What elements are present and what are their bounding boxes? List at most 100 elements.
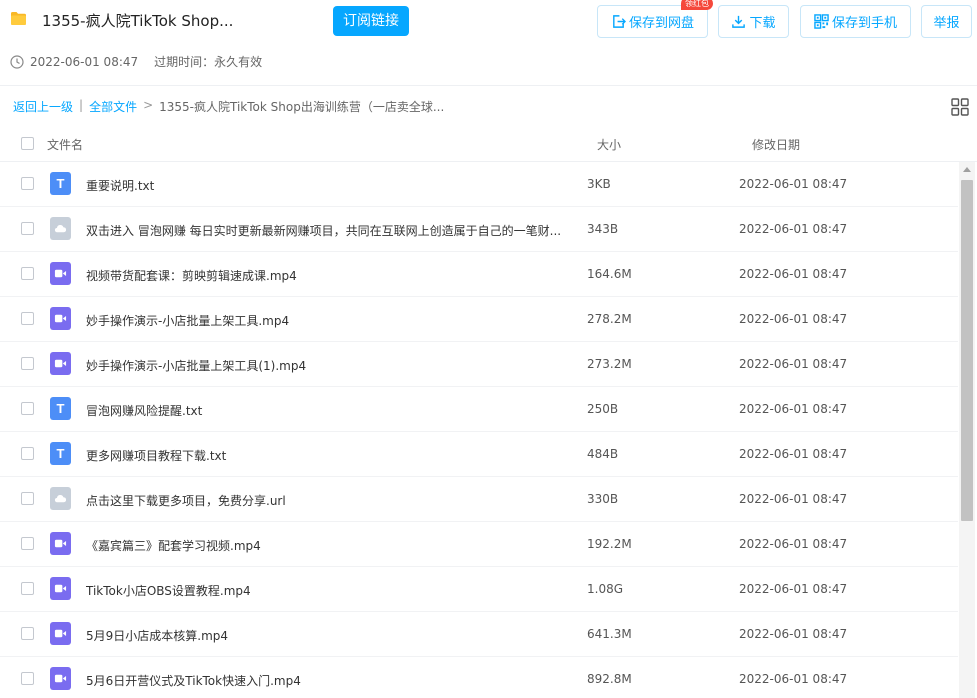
file-name[interactable]: 点击这里下载更多项目，免费分享.url — [86, 492, 566, 509]
file-row-checkbox[interactable] — [21, 447, 34, 460]
file-name[interactable]: 更多网赚项目教程下载.txt — [86, 447, 566, 464]
grid-view-icon[interactable] — [951, 98, 969, 116]
file-row[interactable]: T 更多网赚项目教程下载.txt 484B 2022-06-01 08:47 — [0, 432, 958, 477]
file-row[interactable]: 5月6日开营仪式及TikTok快速入门.mp4 892.8M 2022-06-01 … — [0, 657, 958, 698]
file-size: 250B — [587, 402, 619, 416]
file-date: 2022-06-01 08:47 — [739, 537, 848, 551]
subscribe-link-button[interactable]: 订阅链接 — [333, 6, 409, 36]
file-date: 2022-06-01 08:47 — [739, 312, 848, 326]
file-name[interactable]: 重要说明.txt — [86, 177, 566, 194]
video-file-icon — [50, 622, 71, 645]
file-date: 2022-06-01 08:47 — [739, 672, 848, 686]
file-row[interactable]: 妙手操作演示-小店批量上架工具.mp4 278.2M 2022-06-01 08:4… — [0, 297, 958, 342]
file-size: 330B — [587, 492, 619, 506]
file-name[interactable]: 妙手操作演示-小店批量上架工具.mp4 — [86, 312, 566, 329]
breadcrumb: 返回上一级 | 全部文件 > 1355-疯人院TikTok Shop出海训练营（… — [13, 98, 444, 115]
qrcode-icon — [814, 14, 829, 29]
file-row-checkbox[interactable] — [21, 222, 34, 235]
share-header: 1355-疯人院TikTok Shop... 订阅链接 保存到网盘 领红包 下载… — [0, 0, 977, 86]
file-row-checkbox[interactable] — [21, 312, 34, 325]
file-row-checkbox[interactable] — [21, 492, 34, 505]
column-header-size[interactable]: 大小 — [597, 136, 621, 153]
file-size: 1.08G — [587, 582, 624, 596]
file-date: 2022-06-01 08:47 — [739, 357, 848, 371]
scroll-up-arrow-icon[interactable] — [963, 167, 971, 172]
file-size: 892.8M — [587, 672, 632, 686]
column-header-date[interactable]: 修改日期 — [752, 136, 800, 153]
clock-icon — [10, 54, 24, 69]
file-row[interactable]: TikTok小店OBS设置教程.mp4 1.08G 2022-06-01 08:47 — [0, 567, 958, 612]
file-date: 2022-06-01 08:47 — [739, 627, 848, 641]
file-row[interactable]: 妙手操作演示-小店批量上架工具(1).mp4 273.2M 2022-06-01 0… — [0, 342, 958, 387]
column-header-name[interactable]: 文件名 — [47, 136, 83, 153]
video-file-icon — [50, 262, 71, 285]
file-size: 164.6M — [587, 267, 632, 281]
video-file-icon — [50, 532, 71, 555]
created-time: 2022-06-01 08:47 — [30, 54, 139, 69]
file-date: 2022-06-01 08:47 — [739, 402, 848, 416]
file-date: 2022-06-01 08:47 — [739, 492, 848, 506]
file-size: 192.2M — [587, 537, 632, 551]
link-file-icon — [50, 217, 71, 240]
file-name[interactable]: 双击进入 冒泡网赚 每日实时更新最新网赚项目，共同在互联网上创造属于自己的一笔财… — [86, 222, 566, 239]
file-row[interactable]: 双击进入 冒泡网赚 每日实时更新最新网赚项目，共同在互联网上创造属于自己的一笔财… — [0, 207, 958, 252]
download-icon — [732, 15, 746, 28]
breadcrumb-back-link[interactable]: 返回上一级 — [13, 98, 73, 115]
file-date: 2022-06-01 08:47 — [739, 177, 848, 191]
scrollbar[interactable] — [959, 162, 975, 698]
file-size: 484B — [587, 447, 619, 461]
file-name[interactable]: 冒泡网赚风险提醒.txt — [86, 402, 566, 419]
save-to-phone-button[interactable]: 保存到手机 — [800, 5, 911, 38]
breadcrumb-separator: | — [79, 98, 84, 112]
save-to-phone-label: 保存到手机 — [831, 16, 897, 31]
breadcrumb-current: 1355-疯人院TikTok Shop出海训练营（一店卖全球... — [159, 100, 445, 114]
file-row[interactable]: 点击这里下载更多项目，免费分享.url 330B 2022-06-01 08:47 — [0, 477, 958, 522]
share-meta: 2022-06-01 08:47 过期时间：永久有效 — [10, 53, 262, 70]
file-name[interactable]: 5月6日开营仪式及TikTok快速入门.mp4 — [86, 672, 566, 689]
save-to-netdisk-label: 保存到网盘 — [628, 16, 694, 31]
save-icon — [613, 15, 626, 28]
file-name[interactable]: 妙手操作演示-小店批量上架工具(1).mp4 — [86, 357, 566, 374]
file-row-checkbox[interactable] — [21, 177, 34, 190]
file-list: T 重要说明.txt 3KB 2022-06-01 08:47 双击进入 冒泡网赚 每日… — [0, 162, 958, 698]
file-name[interactable]: 视频带货配套课：剪映剪辑速成课.mp4 — [86, 267, 566, 284]
share-title: 1355-疯人院TikTok Shop... — [42, 12, 234, 30]
file-row-checkbox[interactable] — [21, 627, 34, 640]
link-file-icon — [50, 487, 71, 510]
report-button[interactable]: 举报 — [921, 5, 972, 38]
breadcrumb-separator: > — [143, 98, 154, 112]
folder-icon — [11, 12, 26, 25]
video-file-icon — [50, 307, 71, 330]
file-row[interactable]: T 重要说明.txt 3KB 2022-06-01 08:47 — [0, 162, 958, 207]
file-row-checkbox[interactable] — [21, 582, 34, 595]
file-row-checkbox[interactable] — [21, 537, 34, 550]
file-size: 278.2M — [587, 312, 632, 326]
file-row[interactable]: T 冒泡网赚风险提醒.txt 250B 2022-06-01 08:47 — [0, 387, 958, 432]
hongbao-badge[interactable]: 领红包 — [681, 0, 713, 10]
file-row[interactable]: 5月9日小店成本核算.mp4 641.3M 2022-06-01 08:47 — [0, 612, 958, 657]
file-row[interactable]: 视频带货配套课：剪映剪辑速成课.mp4 164.6M 2022-06-01 08:4… — [0, 252, 958, 297]
file-date: 2022-06-01 08:47 — [739, 222, 848, 236]
file-row-checkbox[interactable] — [21, 267, 34, 280]
file-row-checkbox[interactable] — [21, 402, 34, 415]
file-size: 343B — [587, 222, 619, 236]
file-name[interactable]: 《嘉宾篇三》配套学习视频.mp4 — [86, 537, 566, 554]
expire-time: 过期时间：永久有效 — [154, 55, 263, 69]
file-list-header: 文件名 大小 修改日期 — [0, 124, 977, 162]
file-row-checkbox[interactable] — [21, 357, 34, 370]
file-name[interactable]: TikTok小店OBS设置教程.mp4 — [86, 582, 566, 599]
download-button[interactable]: 下载 — [718, 5, 789, 38]
video-file-icon — [50, 352, 71, 375]
breadcrumb-all-files-link[interactable]: 全部文件 — [89, 98, 137, 115]
file-size: 3KB — [587, 177, 611, 191]
text-file-icon: T — [50, 442, 71, 465]
file-name[interactable]: 5月9日小店成本核算.mp4 — [86, 627, 566, 644]
file-size: 641.3M — [587, 627, 632, 641]
scrollbar-thumb[interactable] — [961, 180, 973, 521]
file-row-checkbox[interactable] — [21, 672, 34, 685]
text-file-icon: T — [50, 397, 71, 420]
file-row[interactable]: 《嘉宾篇三》配套学习视频.mp4 192.2M 2022-06-01 08:47 — [0, 522, 958, 567]
download-label: 下载 — [749, 16, 776, 31]
select-all-checkbox[interactable] — [21, 137, 34, 150]
file-date: 2022-06-01 08:47 — [739, 267, 848, 281]
